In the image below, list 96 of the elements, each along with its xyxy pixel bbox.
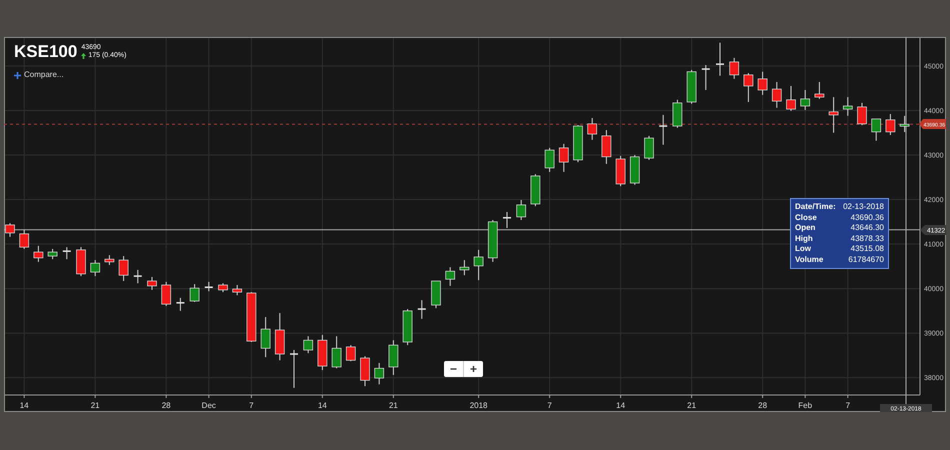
plus-icon [14,72,21,78]
candlestick [445,266,456,286]
candlestick [702,64,710,90]
candlestick [246,292,256,342]
tooltip-value: 43878.33 [850,234,884,244]
candlestick [176,297,184,312]
candlestick [118,256,128,282]
candlestick [530,174,540,207]
candlestick [303,336,314,354]
tooltip-label: Open [795,223,816,234]
candlestick [886,114,896,136]
candlestick [190,284,200,302]
zoom-out-button[interactable]: − [444,361,464,377]
candlestick [558,143,569,172]
candlestick [5,222,15,238]
candlestick [104,254,114,266]
tooltip-value: 02-13-2018 [843,202,884,212]
date-axis-label: 21 [388,401,398,410]
candlestick [332,336,342,369]
candlestick [729,57,740,80]
tooltip-label: Volume [795,254,824,265]
candlestick [587,118,598,140]
candlestick [686,69,696,104]
candlestick [744,72,754,102]
candlestick [716,42,724,76]
candlestick [786,85,796,112]
candlestick [19,229,30,250]
date-axis-label: 28 [758,401,768,410]
tooltip-value: 61784670 [848,254,884,265]
zoom-in-button[interactable]: + [464,361,484,377]
candlestick [388,340,398,376]
candlestick [644,135,654,160]
candlestick [814,81,824,100]
date-axis-label: Dec [202,401,216,410]
candlestick [402,308,412,346]
tooltip-value: 43646.30 [850,223,884,234]
candlestick [147,276,157,290]
candlestick [76,246,86,277]
candlestick [431,280,441,309]
candlestick [260,316,270,358]
candlestick [488,220,498,262]
candlestick [573,124,583,163]
candlestick [616,155,626,187]
candlestick [418,300,426,320]
candlestick [828,96,838,134]
date-axis-label: 21 [687,401,696,410]
date-axis-label: 7 [249,401,254,410]
compare-button[interactable]: Compare... [14,69,64,81]
tooltip-label: High [795,234,813,244]
candlestick [544,147,554,172]
arrow-up-icon [81,52,86,58]
candlestick [318,334,328,371]
tooltip-value: 43690.36 [850,212,884,223]
candlestick [474,249,484,281]
candlestick [659,114,668,146]
date-axis-label: Feb [798,401,812,410]
tooltip-value: 43515.08 [850,244,884,254]
candlestick [34,245,44,262]
date-axis-label: 28 [162,401,171,410]
candlestick [48,248,58,260]
candlestick [90,260,100,277]
candlestick [772,81,782,108]
candlestick [758,71,768,96]
candlestick [346,344,356,362]
candlestick [460,260,470,276]
candlestick [503,212,511,229]
date-axis-label: 21 [90,401,100,410]
candlestick [232,284,242,296]
date-axis-label: 2018 [470,401,488,410]
candlestick [602,130,612,164]
tooltip-label: Close [795,212,817,223]
candlestick [161,281,172,306]
candlestick [672,99,682,128]
candlestick [374,362,384,385]
candlestick [274,312,285,361]
date-axis-label: 14 [318,401,327,410]
date-axis-label: 7 [846,401,850,410]
date-axis-label: 14 [20,401,29,410]
candlestick [900,115,910,133]
candlestick [218,282,228,293]
candlestick [842,96,853,116]
candlestick [290,350,298,388]
candlestick [857,102,867,126]
symbol-title: KSE100 [14,43,78,60]
tooltip-label: Low [795,244,811,254]
candlestick [204,281,213,292]
date-axis-label: 14 [616,401,626,410]
tooltip-label: Date/Time: [795,202,836,212]
date-axis-label: 7 [547,401,552,410]
candlestick [516,199,526,220]
candlestick [871,118,882,142]
candlestick [360,356,370,387]
candlestick [630,154,640,186]
candlestick [800,90,810,111]
candlestick [62,246,71,260]
candlestick [134,269,142,284]
